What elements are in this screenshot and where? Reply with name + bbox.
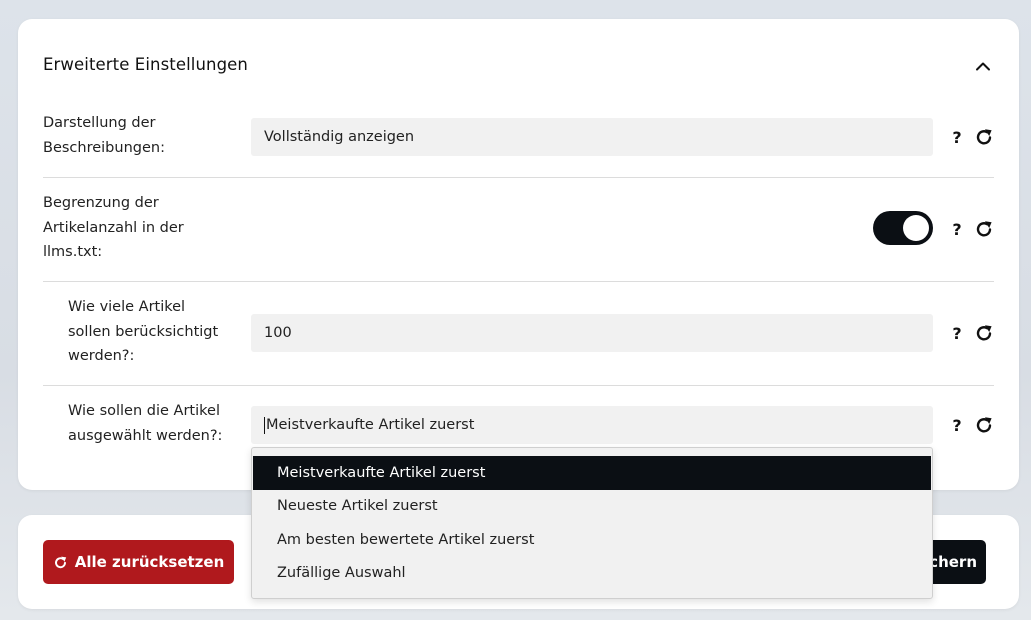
- section-header: Erweiterte Einstellungen: [43, 55, 994, 77]
- article-count-input[interactable]: 100: [251, 314, 933, 352]
- article-selection-label: Wie sollen die Artikel ausgewählt werden…: [68, 403, 223, 444]
- toggle-knob: [903, 215, 929, 241]
- description-display-label: Darstellung der Beschreibungen:: [43, 115, 165, 156]
- chevron-up-icon: [976, 62, 990, 71]
- reset-button[interactable]: [974, 415, 994, 435]
- reset-all-label: Alle zurücksetzen: [74, 553, 225, 571]
- reset-button[interactable]: [974, 219, 994, 239]
- description-display-select[interactable]: Vollständig anzeigen: [251, 118, 933, 156]
- row-divider: [43, 281, 994, 282]
- dropdown-option[interactable]: Neueste Artikel zuerst: [253, 490, 931, 524]
- row-divider: [43, 385, 994, 386]
- dropdown-option[interactable]: Zufällige Auswahl: [253, 557, 931, 591]
- refresh-icon: [976, 417, 992, 433]
- refresh-icon: [976, 325, 992, 341]
- refresh-icon: [976, 221, 992, 237]
- reset-all-button[interactable]: Alle zurücksetzen: [43, 540, 234, 584]
- reset-button[interactable]: [974, 323, 994, 343]
- collapse-button[interactable]: [972, 55, 994, 77]
- help-icon[interactable]: ?: [950, 127, 964, 147]
- article-selection-dropdown: Meistverkaufte Artikel zuerst Neueste Ar…: [251, 447, 933, 599]
- help-icon[interactable]: ?: [950, 415, 964, 435]
- dropdown-option[interactable]: Am besten bewertete Artikel zuerst: [253, 523, 931, 557]
- save-label: chern: [929, 553, 977, 571]
- dropdown-option[interactable]: Meistverkaufte Artikel zuerst: [253, 456, 931, 490]
- section-title: Erweiterte Einstellungen: [43, 55, 248, 74]
- row-divider: [43, 177, 994, 178]
- refresh-icon: [54, 556, 66, 568]
- help-icon[interactable]: ?: [950, 219, 964, 239]
- article-limit-toggle[interactable]: [873, 211, 933, 245]
- reset-button[interactable]: [974, 127, 994, 147]
- refresh-icon: [976, 129, 992, 145]
- article-limit-label: Begrenzung der Artikelanzahl in der llms…: [43, 195, 184, 260]
- help-icon[interactable]: ?: [950, 323, 964, 343]
- article-count-label: Wie viele Artikel sollen berücksichtigt …: [68, 299, 219, 364]
- advanced-settings-card: Erweiterte Einstellungen Darstellung der…: [18, 19, 1019, 490]
- article-selection-select[interactable]: Meistverkaufte Artikel zuerst: [251, 406, 933, 444]
